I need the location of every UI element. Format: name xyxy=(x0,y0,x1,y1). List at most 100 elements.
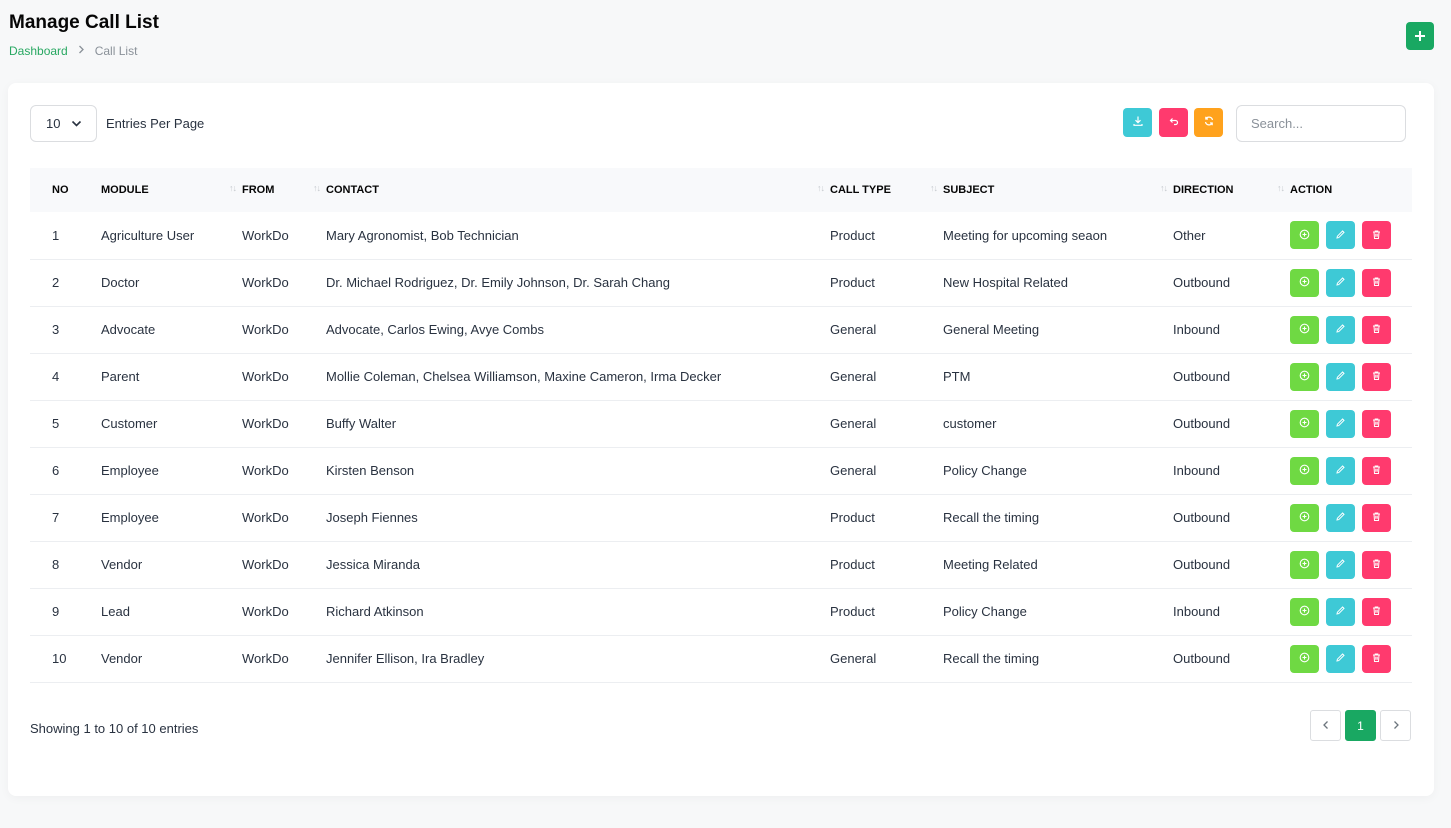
cell-from: WorkDo xyxy=(242,416,289,431)
cell-module: Parent xyxy=(101,369,140,384)
pencil-icon xyxy=(1335,463,1346,478)
cell-no: 1 xyxy=(52,227,60,243)
edit-button[interactable] xyxy=(1326,503,1355,532)
delete-button[interactable] xyxy=(1362,362,1391,391)
column-header-direction[interactable]: DIRECTION ↑↓ xyxy=(1173,168,1290,212)
view-button[interactable] xyxy=(1290,644,1319,673)
column-header-contact[interactable]: CONTACT ↑↓ xyxy=(326,168,830,212)
cell-actions xyxy=(1290,353,1412,400)
table-row: 1 Agriculture User WorkDo Mary Agronomist, … xyxy=(30,212,1412,259)
pagination-prev-button[interactable] xyxy=(1310,710,1341,741)
table-row: 9 Lead WorkDo Richard Atkinson Product Policy… xyxy=(30,588,1412,635)
delete-button[interactable] xyxy=(1362,268,1391,297)
cell-call-type: Product xyxy=(830,275,875,290)
cell-contact: Jennifer Ellison, Ira Bradley xyxy=(326,651,485,666)
call-list-table: NO MODULE ↑↓ FROM ↑↓ CONTACT ↑↓ CALL TYPE ↑↓… xyxy=(30,168,1412,683)
column-header-action: ACTION xyxy=(1290,184,1333,196)
delete-button[interactable] xyxy=(1362,550,1391,579)
plus-icon xyxy=(1414,26,1426,47)
view-icon xyxy=(1299,463,1310,478)
column-header-from[interactable]: FROM ↑↓ xyxy=(242,168,326,212)
edit-button[interactable] xyxy=(1326,456,1355,485)
pencil-icon xyxy=(1335,228,1346,243)
pagination-page-1[interactable]: 1 xyxy=(1345,710,1376,741)
cell-contact: Mary Agronomist, Bob Technician xyxy=(326,227,519,243)
cell-call-type: Product xyxy=(830,557,875,572)
cell-no: 5 xyxy=(52,416,60,431)
showing-entries-text: Showing 1 to 10 of 10 entries xyxy=(30,721,199,736)
cell-subject: Policy Change xyxy=(943,463,1027,478)
pagination-next-button[interactable] xyxy=(1380,710,1411,741)
cell-direction: Outbound xyxy=(1173,651,1231,666)
column-header-call-type[interactable]: CALL TYPE ↑↓ xyxy=(830,168,943,212)
pencil-icon xyxy=(1335,416,1346,431)
delete-button[interactable] xyxy=(1362,503,1391,532)
view-button[interactable] xyxy=(1290,456,1319,485)
search-input[interactable] xyxy=(1236,105,1406,142)
cell-module: Employee xyxy=(101,510,159,525)
edit-button[interactable] xyxy=(1326,409,1355,438)
cell-from: WorkDo xyxy=(242,510,289,525)
view-button[interactable] xyxy=(1290,597,1319,626)
export-button[interactable] xyxy=(1123,108,1152,137)
cell-no: 8 xyxy=(52,557,60,572)
view-button[interactable] xyxy=(1290,221,1319,250)
entries-per-page-select[interactable]: 10 xyxy=(30,105,97,142)
trash-icon xyxy=(1371,463,1382,478)
sort-icon: ↑↓ xyxy=(1277,183,1285,193)
view-button[interactable] xyxy=(1290,503,1319,532)
sort-icon: ↑↓ xyxy=(930,183,938,193)
delete-button[interactable] xyxy=(1362,597,1391,626)
cell-from: WorkDo xyxy=(242,651,289,666)
trash-icon xyxy=(1371,557,1382,572)
row-actions xyxy=(1290,362,1412,391)
edit-button[interactable] xyxy=(1326,268,1355,297)
breadcrumb-dashboard-link[interactable]: Dashboard xyxy=(9,44,68,58)
cell-actions xyxy=(1290,212,1412,259)
table-row: 4 Parent WorkDo Mollie Coleman, Chelsea Wil… xyxy=(30,353,1412,400)
sort-icon: ↑↓ xyxy=(817,183,825,193)
delete-button[interactable] xyxy=(1362,644,1391,673)
delete-button[interactable] xyxy=(1362,221,1391,250)
row-actions xyxy=(1290,268,1412,297)
delete-button[interactable] xyxy=(1362,456,1391,485)
column-header-module[interactable]: MODULE ↑↓ xyxy=(101,168,242,212)
reset-button[interactable] xyxy=(1159,108,1188,137)
cell-call-type: General xyxy=(830,322,877,337)
pencil-icon xyxy=(1335,651,1346,666)
edit-button[interactable] xyxy=(1326,597,1355,626)
pencil-icon xyxy=(1335,557,1346,572)
sort-icon: ↑↓ xyxy=(1160,183,1168,193)
delete-button[interactable] xyxy=(1362,409,1391,438)
pencil-icon xyxy=(1335,604,1346,619)
edit-button[interactable] xyxy=(1326,644,1355,673)
edit-button[interactable] xyxy=(1326,315,1355,344)
cell-subject: PTM xyxy=(943,369,971,384)
cell-subject: Meeting Related xyxy=(943,557,1038,572)
pencil-icon xyxy=(1335,510,1346,525)
column-header-no[interactable]: NO xyxy=(30,168,101,212)
edit-button[interactable] xyxy=(1326,362,1355,391)
trash-icon xyxy=(1371,651,1382,666)
table-row: 3 Advocate WorkDo Advocate, Carlos Ewing, A… xyxy=(30,306,1412,353)
view-button[interactable] xyxy=(1290,550,1319,579)
view-button[interactable] xyxy=(1290,315,1319,344)
cell-actions xyxy=(1290,400,1412,447)
cell-module: Advocate xyxy=(101,322,156,337)
cell-subject: Meeting for upcoming seaon xyxy=(943,227,1108,243)
view-button[interactable] xyxy=(1290,409,1319,438)
cell-call-type: Product xyxy=(830,227,875,243)
table-body: 1 Agriculture User WorkDo Mary Agronomist, … xyxy=(30,212,1412,682)
cell-no: 2 xyxy=(52,275,60,290)
view-button[interactable] xyxy=(1290,268,1319,297)
view-button[interactable] xyxy=(1290,362,1319,391)
cell-subject: General Meeting xyxy=(943,322,1040,337)
edit-button[interactable] xyxy=(1326,550,1355,579)
page-title: Manage Call List xyxy=(9,12,159,33)
add-call-button[interactable] xyxy=(1406,22,1434,50)
column-header-subject[interactable]: SUBJECT ↑↓ xyxy=(943,168,1173,212)
delete-button[interactable] xyxy=(1362,315,1391,344)
edit-button[interactable] xyxy=(1326,221,1355,250)
reload-button[interactable] xyxy=(1194,108,1223,137)
cell-no: 10 xyxy=(52,651,67,666)
